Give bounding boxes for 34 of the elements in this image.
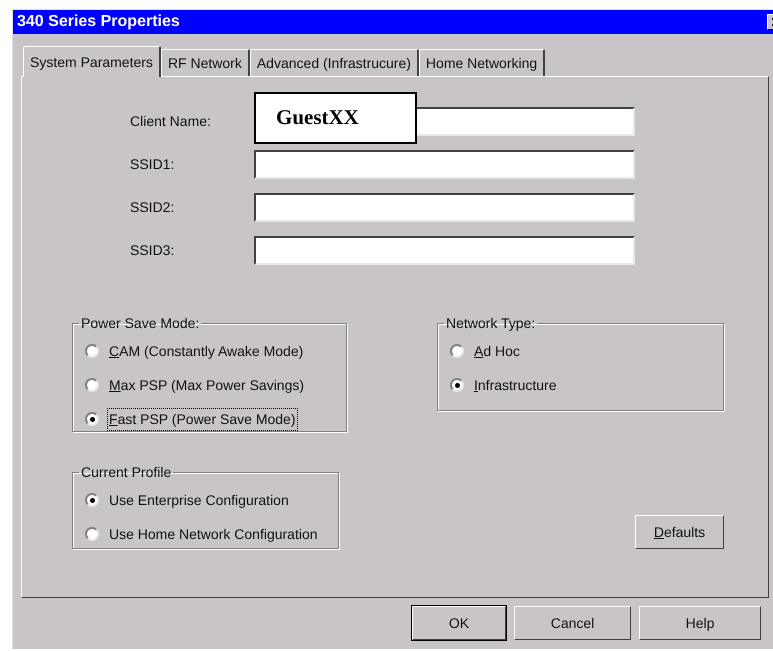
radio-button[interactable] (450, 378, 464, 392)
group-title: Network Type: (445, 314, 536, 333)
defaults-button[interactable]: Defaults (635, 515, 724, 549)
text-field[interactable] (254, 150, 635, 179)
dialog-button[interactable]: OK (412, 606, 506, 640)
tab[interactable]: System Parameters (23, 46, 161, 77)
radio-label[interactable]: Use Enterprise Configuration (108, 490, 290, 510)
group-title: Current Profile (80, 463, 172, 482)
field-label: SSID2: (130, 198, 176, 217)
radio-label[interactable]: Max PSP (Max Power Savings) (108, 374, 306, 396)
field-label: SSID3: (130, 241, 176, 260)
text-field[interactable] (254, 236, 635, 265)
radio-label[interactable]: Fast PSP (Power Save Mode) (108, 408, 296, 430)
radio-button[interactable] (85, 412, 99, 426)
radio-label[interactable]: Ad Hoc (473, 340, 521, 362)
dialog-button[interactable]: Help (639, 606, 761, 640)
field-label: SSID1: (130, 155, 176, 174)
radio-label[interactable]: Infrastructure (473, 374, 558, 396)
radio-button[interactable] (450, 344, 464, 358)
tab[interactable]: Home Networking (418, 49, 546, 76)
radio-button[interactable] (85, 527, 99, 541)
radio-label[interactable]: Use Home Network Configuration (108, 524, 319, 544)
group-title: Power Save Mode: (80, 314, 200, 333)
annotation-tooltip: GuestXX (254, 92, 417, 144)
tab[interactable]: Advanced (Infrastrucure) (250, 49, 419, 76)
radio-button[interactable] (85, 378, 99, 392)
text-field[interactable] (254, 193, 635, 222)
dialog-button[interactable]: Cancel (514, 606, 631, 640)
radio-button[interactable] (85, 344, 99, 358)
field-label: Client Name: (130, 112, 212, 131)
tab[interactable]: RF Network (160, 49, 250, 76)
radio-label[interactable]: CAM (Constantly Awake Mode) (108, 340, 304, 362)
window-title: 340 Series Properties (17, 12, 180, 32)
radio-button[interactable] (85, 493, 99, 507)
